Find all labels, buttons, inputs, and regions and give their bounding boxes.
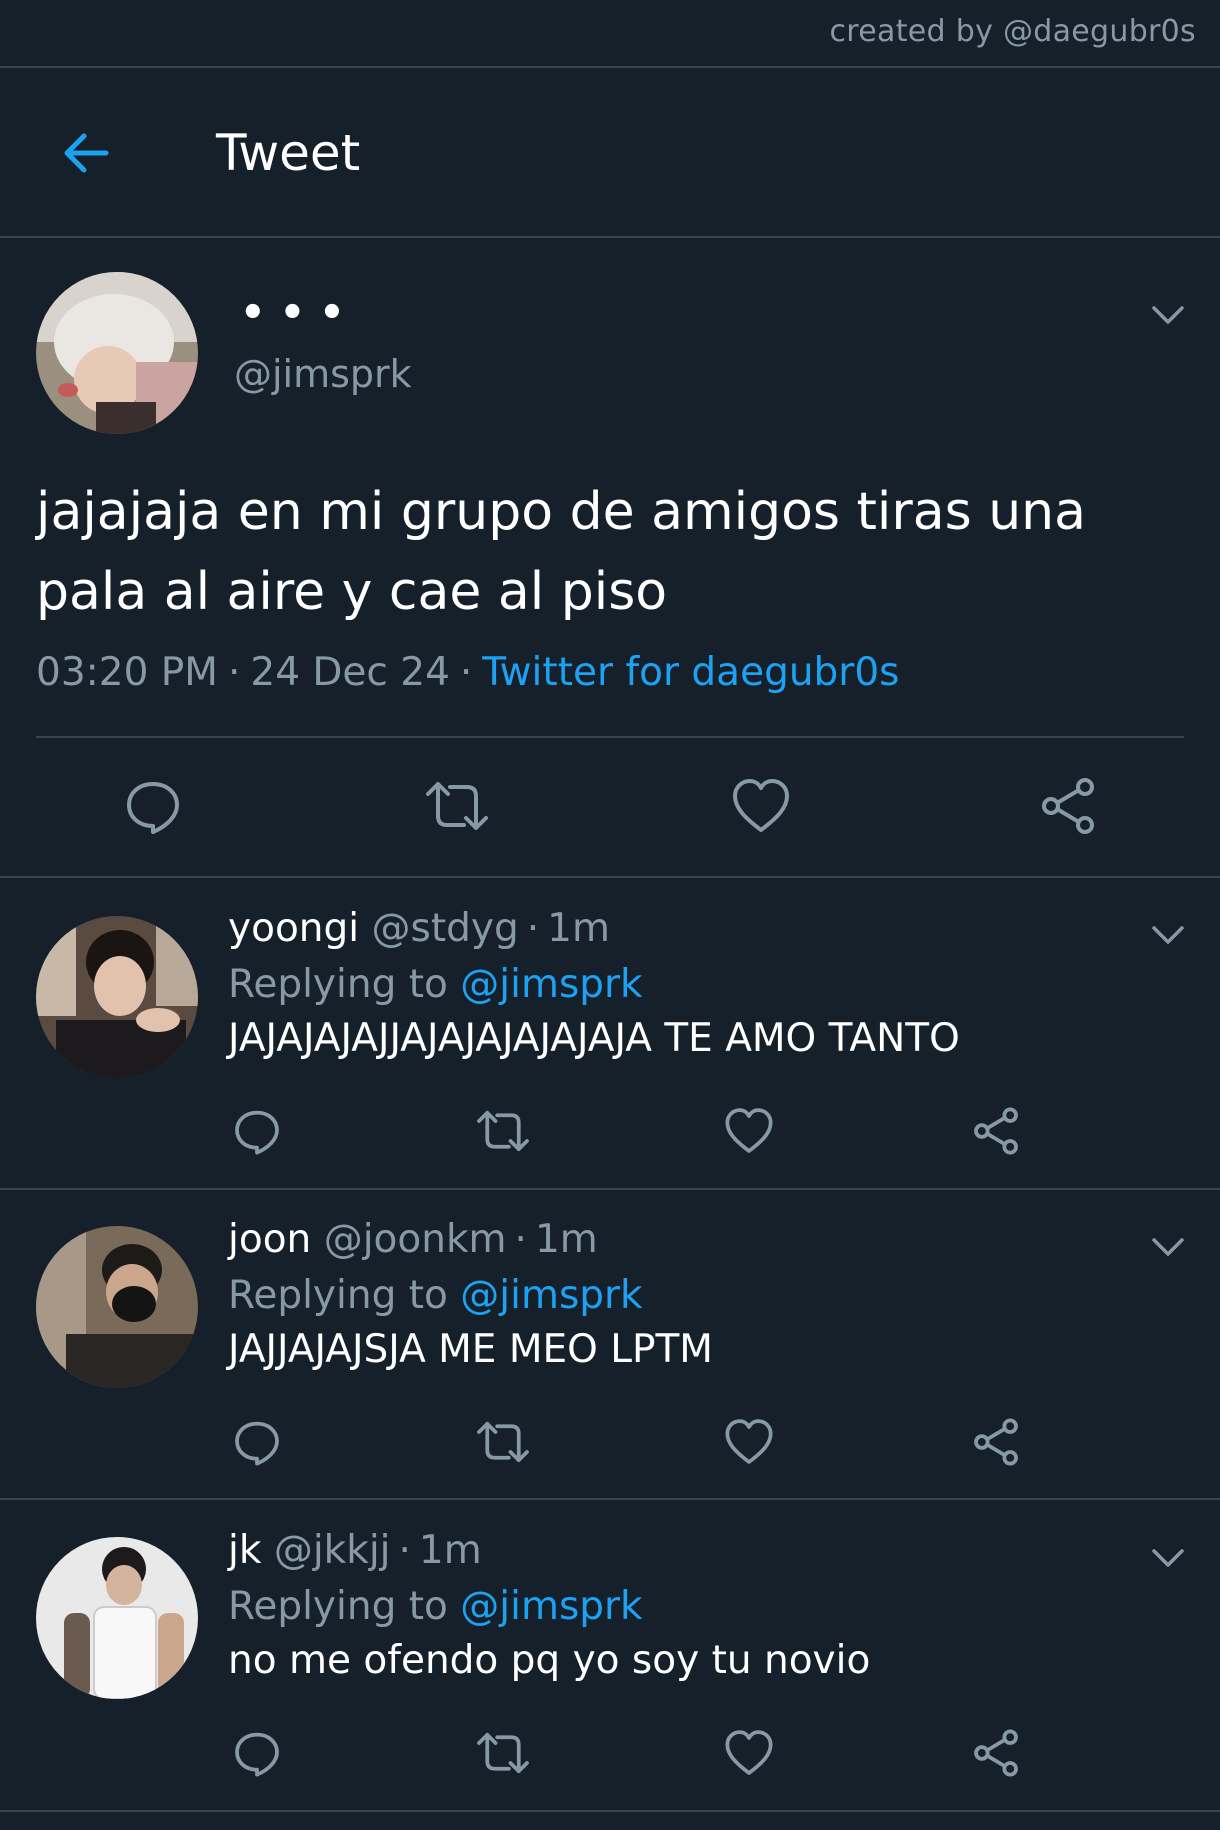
like-button[interactable] [724, 1106, 774, 1160]
reply-icon [235, 1732, 279, 1777]
back-button[interactable] [56, 122, 116, 182]
page-title: Tweet [216, 124, 361, 182]
separator: · [514, 1217, 527, 1262]
avatar[interactable] [36, 1537, 198, 1699]
like-icon [733, 779, 789, 832]
user-handle[interactable]: @jkkjj [274, 1528, 391, 1573]
divider [0, 1810, 1220, 1812]
mention-link[interactable]: @jimsprk [460, 1273, 642, 1318]
chevron-down-icon[interactable] [1148, 1537, 1188, 1577]
replying-to: Replying to @jimsprk [228, 1273, 643, 1318]
display-name[interactable]: yoongi [228, 906, 359, 951]
retweet-icon [477, 1732, 529, 1774]
separator: · [398, 1528, 411, 1573]
replying-prefix: Replying to [228, 962, 448, 1007]
reply-button[interactable] [232, 1106, 282, 1160]
mention-link[interactable]: @jimsprk [460, 1584, 642, 1629]
reply-button[interactable] [232, 1728, 282, 1782]
like-icon [725, 1419, 773, 1464]
reply-icon [235, 1421, 279, 1466]
share-button[interactable] [1038, 776, 1098, 840]
reply-time: 1m [418, 1528, 482, 1573]
retweet-button[interactable] [474, 1728, 532, 1782]
user-handle[interactable]: @stdyg [372, 906, 519, 951]
separator: · [227, 650, 241, 695]
replying-prefix: Replying to [228, 1584, 448, 1629]
like-icon [725, 1108, 773, 1153]
share-icon [1042, 778, 1094, 834]
like-button[interactable] [731, 776, 791, 840]
reply-text: JAJJAJAJSJA ME MEO LPTM [228, 1327, 713, 1372]
chevron-down-icon[interactable] [1148, 914, 1188, 954]
reply-icon [235, 1110, 279, 1155]
retweet-icon [477, 1110, 529, 1152]
user-handle[interactable]: @jimsprk [234, 352, 412, 396]
share-icon [974, 1418, 1018, 1466]
user-handle[interactable]: @joonkm [324, 1217, 507, 1262]
divider [0, 876, 1220, 878]
reply-button[interactable] [232, 1417, 282, 1471]
divider [0, 236, 1220, 238]
avatar[interactable] [36, 272, 198, 434]
like-button[interactable] [724, 1417, 774, 1471]
separator: · [526, 906, 540, 951]
display-name[interactable]: joon [228, 1217, 311, 1262]
reply-text: no me ofendo pq yo soy tu novio [228, 1638, 871, 1683]
reply-text: JAJAJAJAJJAJAJAJAJAJAJA TE AMO TANTO [228, 1016, 960, 1061]
retweet-button[interactable] [474, 1417, 532, 1471]
share-button[interactable] [971, 1728, 1021, 1782]
reply-icon [127, 782, 179, 834]
reply-header: jk @jkkjj · 1m [228, 1528, 482, 1573]
divider [0, 1188, 1220, 1190]
mention-link[interactable]: @jimsprk [460, 962, 642, 1007]
tweet-source[interactable]: Twitter for daegubr0s [482, 650, 899, 695]
reply-button[interactable] [123, 776, 183, 840]
retweet-icon [426, 782, 488, 830]
watermark: created by @daegubr0s [829, 14, 1196, 49]
reply-time: 1m [534, 1217, 598, 1262]
share-button[interactable] [971, 1417, 1021, 1471]
divider [0, 66, 1220, 68]
share-button[interactable] [971, 1106, 1021, 1160]
display-name: ••• [240, 290, 359, 336]
tweet-meta: 03:20 PM · 24 Dec 24 · Twitter for daegubr0s [36, 650, 899, 695]
replying-prefix: Replying to [228, 1273, 448, 1318]
avatar[interactable] [36, 1226, 198, 1388]
chevron-down-icon[interactable] [1148, 294, 1188, 334]
share-icon [974, 1729, 1018, 1777]
retweet-button[interactable] [422, 776, 492, 840]
divider [0, 1498, 1220, 1500]
retweet-icon [477, 1421, 529, 1463]
divider [36, 736, 1184, 738]
replying-to: Replying to @jimsprk [228, 1584, 643, 1629]
like-icon [725, 1730, 773, 1775]
separator: · [459, 650, 473, 695]
retweet-button[interactable] [474, 1106, 532, 1160]
tweet-text: jajajaja en mi grupo de amigos tiras una… [36, 482, 1087, 622]
reply-header: joon @joonkm · 1m [228, 1217, 598, 1262]
reply-time: 1m [547, 906, 610, 951]
arrow-left-icon [64, 133, 109, 173]
tweet-date: 24 Dec 24 [250, 650, 450, 695]
tweet-time: 03:20 PM [36, 650, 218, 695]
avatar[interactable] [36, 916, 198, 1078]
reply-header: yoongi @stdyg · 1m [228, 906, 610, 951]
chevron-down-icon[interactable] [1148, 1226, 1188, 1266]
replying-to: Replying to @jimsprk [228, 962, 643, 1007]
display-name[interactable]: jk [228, 1528, 261, 1573]
like-button[interactable] [724, 1728, 774, 1782]
share-icon [974, 1107, 1018, 1155]
